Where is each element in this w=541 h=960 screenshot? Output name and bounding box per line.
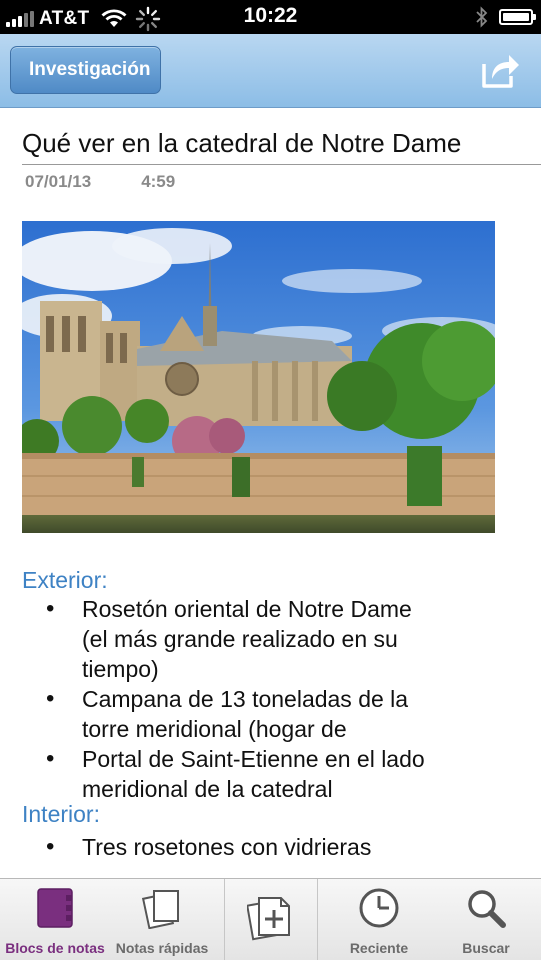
section-heading-interior: Interior: <box>22 801 100 827</box>
clock: 10:22 <box>243 4 298 27</box>
back-button-label: Investigación <box>29 59 151 80</box>
search-icon <box>468 890 506 928</box>
note-timestamp: 07/01/13 4:59 <box>25 172 175 192</box>
tab-quick-notes[interactable]: Notas rápidas <box>110 879 214 960</box>
list-item: Portal de Saint-Etienne en el lado merid… <box>22 744 442 804</box>
note-time: 4:59 <box>141 172 176 191</box>
list-item: Rosetón oriental de Notre Dame (el más g… <box>22 594 442 684</box>
tab-quick-notes-label: Notas rápidas <box>115 940 209 956</box>
list-item: Campana de 13 toneladas de la torre meri… <box>22 684 442 744</box>
bluetooth-icon <box>476 6 488 28</box>
new-note-icon <box>247 897 290 941</box>
tab-search-label: Buscar <box>462 940 510 956</box>
exterior-list: Rosetón oriental de Notre Dame (el más g… <box>22 594 442 804</box>
battery-icon <box>499 9 536 25</box>
toolbar-divider <box>317 879 318 960</box>
new-note-button[interactable] <box>225 879 317 960</box>
tab-search[interactable]: Buscar <box>436 879 536 960</box>
title-divider <box>22 164 541 165</box>
navigation-bar: Investigación <box>0 34 541 108</box>
tab-notebooks[interactable]: Blocs de notas <box>0 879 110 960</box>
clock-icon <box>359 888 399 928</box>
section-heading-exterior: Exterior: <box>22 567 108 593</box>
status-bar: AT&T 10:22 <box>0 0 541 34</box>
tab-recent-label: Reciente <box>349 940 409 956</box>
note-title[interactable]: Qué ver en la catedral de Notre Dame <box>22 128 461 159</box>
tab-notebooks-label: Blocs de notas <box>5 940 105 956</box>
notre-dame-photo[interactable] <box>22 221 495 533</box>
back-button[interactable]: Investigación <box>10 46 162 94</box>
notebook-icon <box>37 888 73 928</box>
bottom-toolbar: Blocs de notas Notas rápidas Reciente Bu… <box>0 878 541 960</box>
note-date: 07/01/13 <box>25 172 92 191</box>
tab-recent[interactable]: Reciente <box>330 879 428 960</box>
quick-notes-icon <box>141 890 179 929</box>
list-item: Tres rosetones con vidrieras <box>22 832 442 862</box>
interior-list: Tres rosetones con vidrieras <box>22 832 442 862</box>
share-icon[interactable] <box>479 50 521 90</box>
